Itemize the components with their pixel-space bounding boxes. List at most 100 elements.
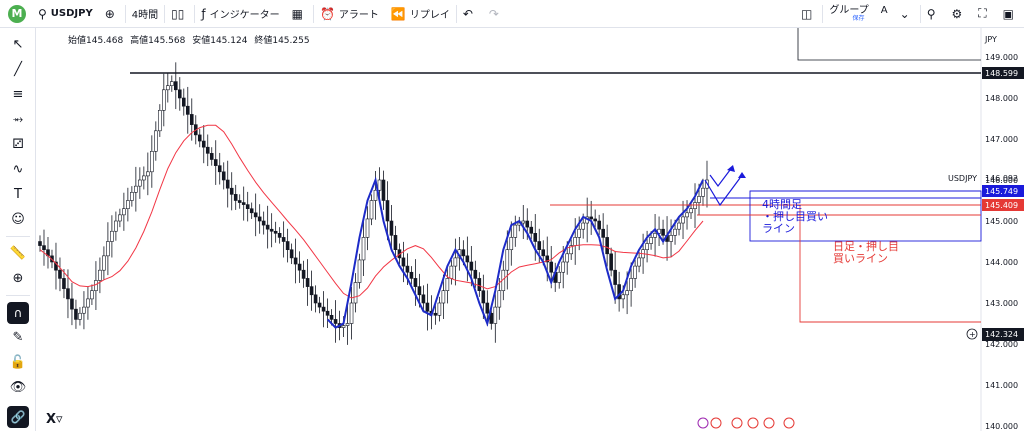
layout-icon: ◫ bbox=[801, 6, 813, 21]
lock-tool[interactable]: 🔓 bbox=[0, 350, 36, 375]
candle-body bbox=[158, 110, 162, 132]
layout-dropdown[interactable]: ⌄ bbox=[894, 0, 920, 28]
candle-body bbox=[673, 228, 677, 236]
plus-circle-icon: ⊕ bbox=[104, 6, 115, 21]
emoji-tool[interactable]: ☺ bbox=[0, 207, 36, 232]
stay-drawing-tool[interactable]: ✎ bbox=[0, 325, 36, 350]
candles-icon: ▯▯ bbox=[171, 6, 185, 21]
undo-button[interactable]: ↶ bbox=[457, 0, 483, 28]
search-icon: ⚲ bbox=[926, 6, 936, 21]
flag-icon[interactable] bbox=[747, 417, 759, 429]
candle-body bbox=[205, 146, 210, 154]
candle-body bbox=[693, 202, 697, 210]
pattern-icon: ⥇ bbox=[12, 112, 24, 127]
candle-body bbox=[201, 140, 206, 148]
candle-body bbox=[130, 192, 134, 201]
price-chart[interactable]: 149.000148.000147.000146.000145.000144.0… bbox=[37, 28, 1024, 431]
indicators-button[interactable]: ƒ インジケーター bbox=[195, 0, 285, 28]
candle-body bbox=[38, 241, 42, 246]
layout-letter: A bbox=[880, 4, 888, 16]
camera-icon: ▣ bbox=[1002, 6, 1014, 21]
candle-body bbox=[285, 241, 290, 250]
chart-type-button[interactable]: ▯▯ bbox=[165, 0, 194, 28]
red-annotation-line-1: 日足・押し目 bbox=[833, 239, 899, 253]
fib-tool[interactable]: ≡ bbox=[0, 82, 36, 107]
cursor-icon: ↖ bbox=[12, 37, 24, 52]
price-tick-label: 148.000 bbox=[985, 94, 1018, 103]
candle-body bbox=[118, 214, 122, 222]
candle-body bbox=[325, 310, 330, 316]
indicators-icon: ƒ bbox=[201, 6, 206, 21]
fullscreen-button[interactable]: ⛶ bbox=[972, 0, 996, 28]
candle-body bbox=[529, 226, 534, 234]
hide-tool[interactable]: 👁 bbox=[0, 375, 36, 400]
fullscreen-icon: ⛶ bbox=[978, 6, 987, 20]
ruler-icon: 📏 bbox=[9, 246, 27, 261]
candle-body bbox=[581, 222, 585, 230]
candle-body bbox=[221, 171, 226, 181]
divider bbox=[6, 236, 30, 237]
layout-select-button[interactable]: ◫ bbox=[795, 0, 822, 28]
candle-body bbox=[577, 228, 581, 238]
pattern-tool[interactable]: ⥇ bbox=[0, 107, 36, 132]
settings-button[interactable]: ⚙ bbox=[945, 0, 972, 28]
gear-icon: ⚙ bbox=[951, 6, 963, 21]
candle-body bbox=[497, 290, 502, 308]
candle-body bbox=[701, 187, 705, 197]
candle-body bbox=[357, 259, 362, 283]
flag-icon[interactable] bbox=[710, 417, 722, 429]
forecast-tool[interactable]: ⚂ bbox=[0, 132, 36, 157]
price-tick-label: 142.000 bbox=[985, 340, 1018, 349]
user-avatar[interactable]: M bbox=[8, 4, 26, 23]
templates-button[interactable]: ▦ bbox=[286, 0, 313, 28]
brush-tool[interactable]: ∿ bbox=[0, 157, 36, 182]
candle-body bbox=[66, 288, 70, 300]
candle-body bbox=[469, 261, 474, 271]
trend-line-tool[interactable]: ╱ bbox=[0, 57, 36, 82]
redo-button[interactable]: ↷ bbox=[483, 0, 509, 28]
red-price-label: 145.409 bbox=[985, 201, 1018, 210]
zoom-in-icon: ⊕ bbox=[12, 271, 24, 286]
link-icon: 🔗 bbox=[7, 405, 29, 428]
candle-body bbox=[621, 294, 625, 300]
candle-body bbox=[661, 228, 665, 236]
fib-icon: ≡ bbox=[12, 87, 24, 102]
interval-label: 4時間 bbox=[131, 10, 159, 21]
candle-body bbox=[185, 105, 190, 115]
symbol-search[interactable]: ⚲ USDJPY bbox=[32, 0, 99, 28]
candle-body bbox=[98, 269, 102, 281]
candle-body bbox=[361, 237, 366, 261]
candle-body bbox=[461, 249, 466, 257]
flag-icon[interactable] bbox=[763, 417, 775, 429]
eye-icon: 👁 bbox=[9, 380, 27, 395]
quick-search-button[interactable]: ⚲ bbox=[921, 0, 946, 28]
flag-icon[interactable] bbox=[731, 417, 743, 429]
blue-price-label: 145.749 bbox=[985, 187, 1018, 196]
text-tool[interactable]: T bbox=[0, 182, 36, 207]
alert-button[interactable]: ⏰ アラート bbox=[314, 0, 385, 28]
cursor-tool[interactable]: ↖ bbox=[0, 32, 36, 57]
candle-body bbox=[561, 261, 566, 273]
pencil-lock-icon: ✎ bbox=[12, 330, 24, 345]
top-rect-drawing bbox=[797, 28, 981, 61]
replay-button[interactable]: ⏪ リプレイ bbox=[385, 0, 456, 28]
interval-button[interactable]: 4時間 bbox=[126, 0, 164, 28]
candle-body bbox=[313, 294, 318, 304]
measure-tool[interactable]: 📏 bbox=[0, 241, 36, 266]
compare-button[interactable]: ⊕ bbox=[99, 0, 125, 28]
link-tool[interactable]: 🔗 bbox=[0, 404, 36, 429]
candle-body bbox=[453, 257, 458, 267]
magnet-tool[interactable]: ∩ bbox=[0, 300, 36, 325]
rewind-icon: ⏪ bbox=[390, 6, 406, 21]
candle-body bbox=[689, 208, 693, 214]
event-icon[interactable] bbox=[697, 417, 709, 429]
layout-name-button[interactable]: グループ A 保存 bbox=[823, 0, 893, 28]
zoom-tool[interactable]: ⊕ bbox=[0, 266, 36, 291]
flag-icon[interactable] bbox=[783, 417, 795, 429]
replay-label: リプレイ bbox=[409, 10, 450, 21]
candle-body bbox=[437, 302, 442, 316]
candle-body bbox=[353, 282, 358, 304]
snapshot-button[interactable]: ▣ bbox=[997, 0, 1024, 28]
candle-body bbox=[385, 200, 390, 222]
candle-body bbox=[413, 278, 418, 287]
